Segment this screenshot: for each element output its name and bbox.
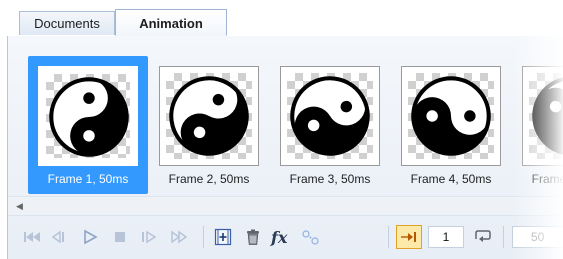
tab-documents[interactable]: Documents — [19, 11, 115, 35]
play-button[interactable] — [78, 226, 102, 248]
first-frame-button[interactable] — [20, 226, 44, 248]
yin-yang-icon — [532, 76, 563, 156]
repeat-icon — [475, 230, 491, 242]
play-icon — [84, 229, 98, 245]
stop-icon — [115, 232, 125, 242]
tab-strip: Documents Animation — [7, 8, 563, 37]
frame-label: Frame 3, 50ms — [289, 172, 371, 186]
last-frame-button[interactable] — [166, 226, 194, 248]
stop-button[interactable] — [108, 226, 132, 248]
toolbar-separator — [388, 226, 389, 248]
film-frame-add-icon — [214, 228, 232, 246]
frame-preview — [280, 66, 380, 166]
frame-thumbnail[interactable]: Frame 5, 50ms — [512, 56, 563, 194]
frame-label: Frame 5, 50ms — [531, 172, 563, 186]
next-frame-button[interactable] — [136, 226, 164, 248]
animation-toolbar: fx 1 50 — [8, 222, 563, 252]
frame-label: Frame 2, 50ms — [168, 172, 250, 186]
repeat-button[interactable] — [470, 226, 496, 248]
frame-thumbnail[interactable]: Frame 2, 50ms — [149, 56, 269, 194]
delete-frame-button[interactable] — [240, 226, 266, 248]
previous-frame-button[interactable] — [46, 226, 70, 248]
toolbar-separator — [203, 226, 204, 248]
add-frame-button[interactable] — [210, 226, 236, 248]
panel: Documents Animation Frame 1, 50ms Frame 2… — [7, 8, 563, 259]
yin-yang-icon — [169, 76, 249, 156]
last-frame-icon — [171, 230, 188, 244]
frame-thumbnail[interactable]: Frame 4, 50ms — [391, 56, 511, 194]
tween-circles-icon — [302, 230, 319, 245]
frame-label: Frame 4, 50ms — [410, 172, 492, 186]
horizontal-scrollbar[interactable]: ◀ — [8, 196, 563, 216]
loop-toggle-button[interactable] — [396, 225, 422, 249]
frame-preview — [401, 66, 501, 166]
loop-count-field[interactable]: 1 — [428, 226, 464, 248]
previous-frame-icon — [51, 230, 64, 244]
animation-panel-window: Documents Animation Frame 1, 50ms Frame 2… — [0, 0, 563, 259]
yin-yang-icon — [290, 76, 370, 156]
frame-thumbnail[interactable]: Frame 3, 50ms — [270, 56, 390, 194]
svg-text:fx: fx — [270, 228, 288, 246]
frame-preview — [159, 66, 259, 166]
frame-delay-field[interactable]: 50 — [512, 226, 563, 248]
tab-animation[interactable]: Animation — [115, 9, 227, 36]
next-frame-icon — [142, 230, 157, 244]
first-frame-icon — [24, 232, 40, 242]
yin-yang-icon — [411, 76, 491, 156]
scroll-left-arrow-icon[interactable]: ◀ — [16, 201, 23, 212]
frame-thumbnail[interactable]: Frame 1, 50ms — [28, 56, 148, 194]
toolbar-separator — [503, 226, 504, 248]
frame-preview — [522, 66, 563, 166]
frame-preview — [38, 66, 138, 166]
yin-yang-icon — [49, 77, 129, 157]
animation-content: Frame 1, 50ms Frame 2, 50ms Frame 3, 50ms F… — [7, 36, 563, 259]
fx-icon: fx — [270, 228, 288, 246]
play-to-end-icon — [401, 232, 416, 242]
tween-button[interactable] — [298, 226, 324, 248]
effects-button[interactable]: fx — [268, 226, 296, 248]
trash-icon — [247, 229, 259, 245]
frame-label: Frame 1, 50ms — [47, 172, 129, 186]
